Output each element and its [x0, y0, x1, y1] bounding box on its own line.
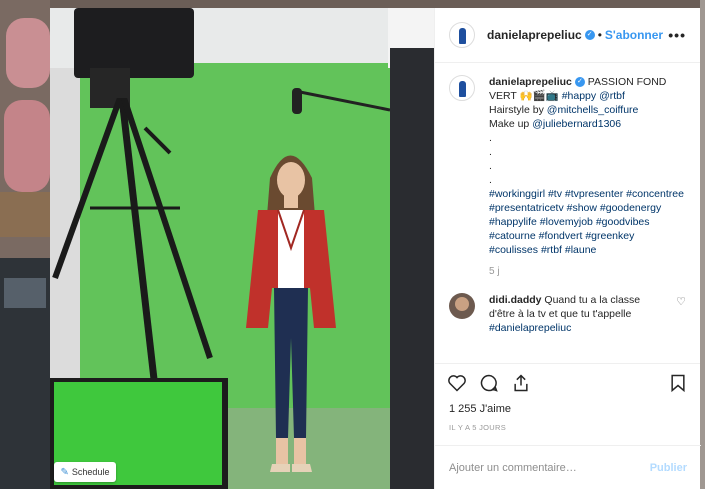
post-photo[interactable]: ✎ Schedule	[50, 8, 434, 489]
commenter-username[interactable]: didi.daddy	[489, 294, 542, 306]
publish-button[interactable]: Publier	[650, 462, 687, 474]
comment-icon[interactable]	[479, 373, 499, 393]
schedule-icon: ✎	[60, 466, 69, 478]
add-comment-bar: Publier	[435, 445, 701, 489]
author-username[interactable]: danielaprepeliuc	[487, 28, 582, 42]
schedule-button[interactable]: ✎ Schedule	[54, 462, 116, 482]
caption-timestamp[interactable]: 5 j	[489, 265, 685, 279]
verified-badge-icon: ✓	[574, 77, 585, 88]
studio-dark-wall	[390, 48, 434, 489]
follow-button[interactable]: S'abonner	[605, 28, 663, 42]
backdrop-screen-image	[4, 278, 46, 308]
comments-list[interactable]: danielaprepeliuc ✓ PASSION FOND VERT 🙌🎬📺 …	[435, 63, 700, 363]
caption-dot: .	[489, 132, 492, 144]
caption-avatar[interactable]	[449, 75, 475, 101]
comment-body: didi.daddy Quand tu a la classe d'être à…	[489, 293, 668, 335]
comment-item: didi.daddy Quand tu a la classe d'être à…	[449, 293, 686, 335]
header-separator: •	[597, 28, 602, 42]
presenter-figure	[246, 155, 336, 472]
hairstyle-label: Hairstyle by	[489, 104, 544, 116]
mention-link[interactable]: @mitchells_coiffure	[547, 104, 639, 116]
backdrop-wood-image	[0, 192, 50, 237]
backdrop-cup-image	[4, 100, 50, 192]
comment-like-heart-icon[interactable]: ♡	[676, 295, 686, 335]
makeup-label: Make up	[489, 118, 530, 130]
share-icon[interactable]	[511, 373, 531, 393]
more-options-icon[interactable]: •••	[668, 27, 686, 43]
hashtag-list[interactable]: #workinggirl #tv #tvpresenter #concentre…	[489, 188, 684, 256]
bookmark-icon[interactable]	[668, 373, 688, 393]
post-header: danielaprepeliuc ✓ • S'abonner •••	[435, 8, 700, 63]
caption-dot: .	[489, 174, 492, 186]
backdrop-right-edge	[700, 0, 705, 489]
caption-emojis: 🙌🎬📺	[519, 90, 559, 102]
verified-badge-icon: ✓	[584, 30, 595, 40]
like-count[interactable]: 1 255 J'aime	[435, 403, 700, 415]
author-avatar[interactable]	[449, 22, 475, 48]
boom-microphone	[292, 88, 390, 114]
hashtag-link[interactable]: #happy	[562, 90, 596, 102]
post-actions	[435, 363, 700, 401]
tripod	[52, 98, 213, 389]
commenter-avatar[interactable]	[449, 293, 475, 319]
comment-input[interactable]	[449, 461, 639, 474]
mention-link[interactable]: @rtbf	[599, 90, 625, 102]
post-side-panel: danielaprepeliuc ✓ • S'abonner ••• danie…	[434, 8, 701, 489]
caption-dot: .	[489, 160, 492, 172]
mention-link[interactable]: @juliebernard1306	[532, 118, 621, 130]
backdrop-cup-image	[6, 18, 50, 88]
caption-body: danielaprepeliuc ✓ PASSION FOND VERT 🙌🎬📺 …	[489, 75, 685, 279]
post-date[interactable]: IL Y A 5 JOURS	[435, 423, 700, 432]
mention-link[interactable]: #danielaprepeliuc	[489, 322, 571, 334]
schedule-label: Schedule	[71, 467, 110, 477]
caption-dot: .	[489, 146, 492, 158]
heart-icon[interactable]	[447, 373, 467, 393]
caption-username[interactable]: danielaprepeliuc	[489, 76, 572, 88]
post-caption: danielaprepeliuc ✓ PASSION FOND VERT 🙌🎬📺 …	[449, 75, 686, 279]
